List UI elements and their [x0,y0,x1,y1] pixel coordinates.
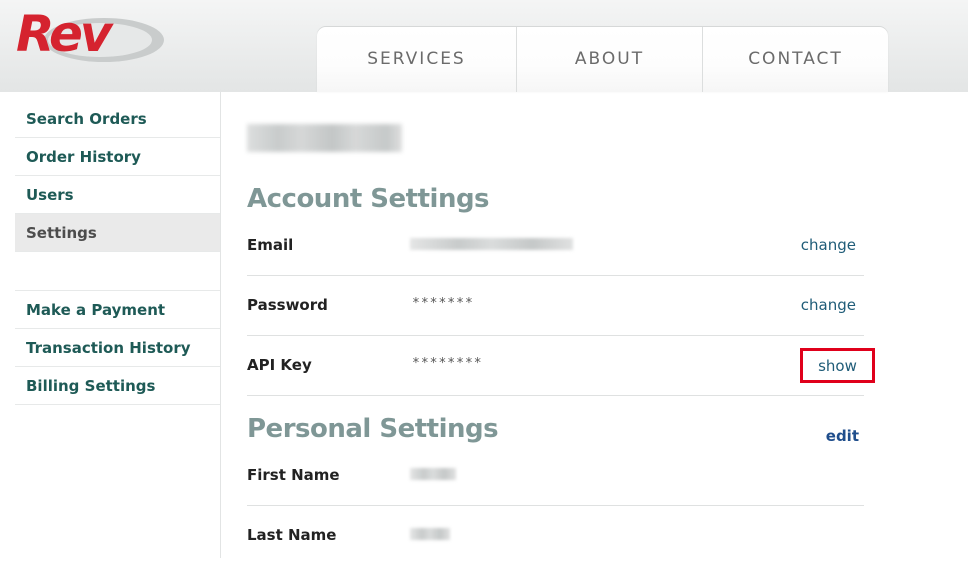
first-name-label: First Name [247,466,340,484]
rev-logo-mark: Rev [16,5,164,63]
email-label: Email [247,236,294,254]
first-name-value-redacted [410,468,456,480]
sidebar: Search Orders Order History Users Settin… [15,100,220,405]
password-label: Password [247,296,328,314]
api-key-value: ******** [412,356,483,371]
sidebar-spacer [15,252,220,291]
sidebar-item-make-a-payment[interactable]: Make a Payment [15,291,220,329]
account-settings-heading: Account Settings [247,184,490,214]
sidebar-divider [220,92,221,558]
nav-tab-about[interactable]: ABOUT [517,27,703,92]
sidebar-item-order-history[interactable]: Order History [15,138,220,176]
first-name-row: First Name [247,445,864,506]
main-nav: SERVICES ABOUT CONTACT [317,27,888,92]
last-name-label: Last Name [247,526,337,544]
email-row: Email change [247,215,864,276]
site-header: Rev SERVICES ABOUT CONTACT [0,0,968,92]
sidebar-item-search-orders[interactable]: Search Orders [15,100,220,138]
account-name-redacted [247,124,402,152]
password-value: ******* [412,296,474,311]
svg-text:Rev: Rev [16,5,114,63]
password-row: Password ******* change [247,275,864,336]
nav-tab-contact[interactable]: CONTACT [703,27,888,92]
edit-personal-settings-link[interactable]: edit [826,427,859,445]
sidebar-item-users[interactable]: Users [15,176,220,214]
personal-settings-heading: Personal Settings [247,414,499,444]
last-name-row: Last Name [247,505,864,565]
nav-tab-services[interactable]: SERVICES [317,27,517,92]
last-name-value-redacted [410,528,450,540]
change-password-link[interactable]: change [801,296,856,314]
sidebar-item-billing-settings[interactable]: Billing Settings [15,367,220,405]
email-value-redacted [410,238,573,250]
api-key-label: API Key [247,356,312,374]
rev-logo[interactable]: Rev [12,2,166,68]
sidebar-item-transaction-history[interactable]: Transaction History [15,329,220,367]
sidebar-item-settings[interactable]: Settings [15,214,220,252]
change-email-link[interactable]: change [801,236,856,254]
api-key-row: API Key ******** show [247,335,875,396]
show-api-key-link[interactable]: show [800,348,875,383]
